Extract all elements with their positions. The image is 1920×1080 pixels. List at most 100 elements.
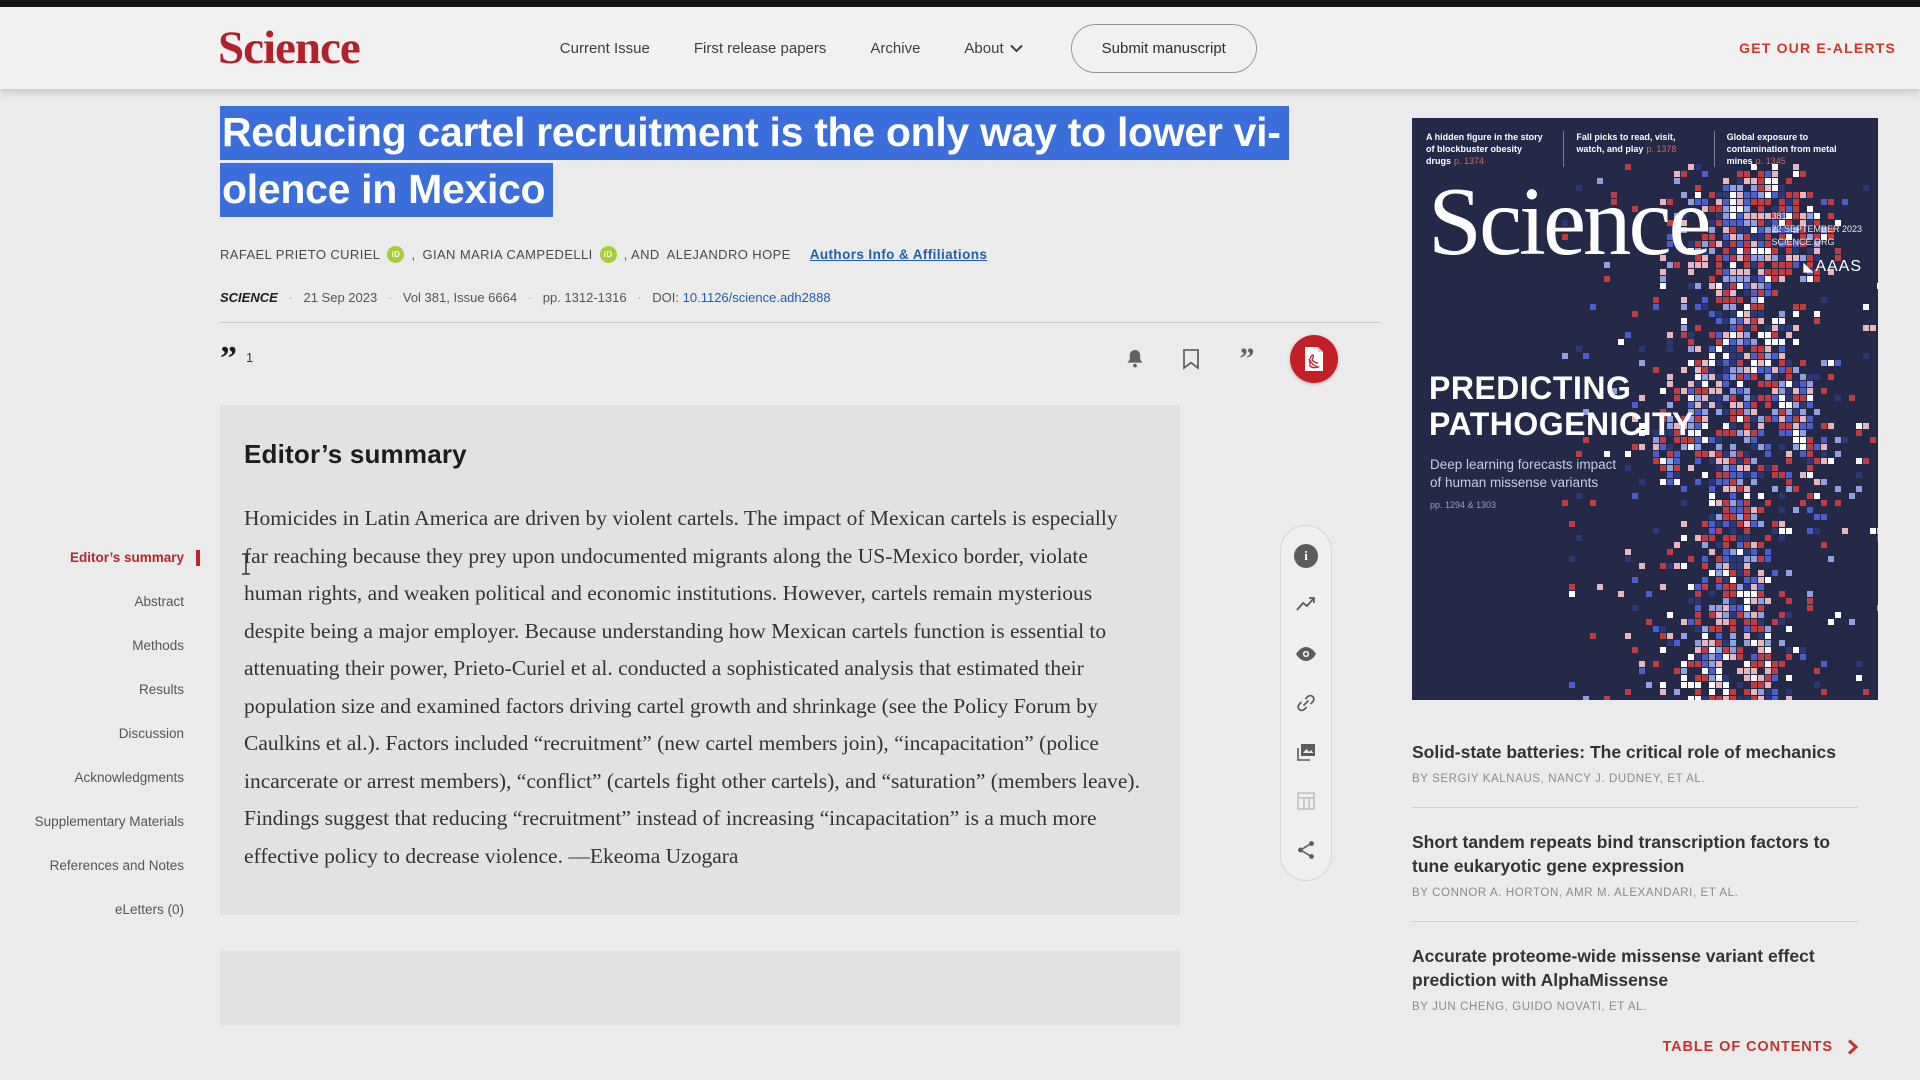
orcid-icon[interactable]: iD bbox=[387, 246, 404, 263]
current-issue-rail: A hidden figure in the story of blockbus… bbox=[1412, 118, 1878, 1055]
title-line-1: Reducing cartel recruitment is the only … bbox=[220, 106, 1289, 160]
citation-count-value: 1 bbox=[246, 350, 253, 365]
cover-teaser: A hidden figure in the story of blockbus… bbox=[1426, 131, 1564, 167]
cover-teaser: Fall picks to read, visit, watch, and pl… bbox=[1576, 131, 1714, 167]
doi-label: DOI: bbox=[652, 290, 682, 305]
quote-icon: ” bbox=[1240, 350, 1255, 368]
science-logo[interactable]: Science bbox=[218, 21, 360, 75]
toc-item-methods[interactable]: Methods bbox=[14, 638, 200, 654]
issue-cover[interactable]: A hidden figure in the story of blockbus… bbox=[1412, 118, 1878, 700]
toc-item-references-and-notes[interactable]: References and Notes bbox=[14, 858, 200, 874]
issue-article-title[interactable]: Short tandem repeats bind transcription … bbox=[1412, 830, 1858, 878]
metrics-icon[interactable] bbox=[1294, 593, 1318, 617]
doi: DOI: 10.1126/science.adh2888 bbox=[652, 290, 830, 305]
pdf-icon bbox=[1303, 346, 1325, 372]
link-icon[interactable] bbox=[1294, 691, 1318, 715]
article-title: Reducing cartel recruitment is the only … bbox=[220, 104, 1380, 218]
share-icon[interactable] bbox=[1294, 838, 1318, 862]
meta-separator: · bbox=[528, 292, 532, 304]
meta-separator: · bbox=[388, 292, 392, 304]
toc-item-editors-summary[interactable]: Editor’s summary bbox=[14, 550, 200, 566]
submit-manuscript-button[interactable]: Submit manuscript bbox=[1071, 24, 1257, 73]
toc-item-discussion[interactable]: Discussion bbox=[14, 726, 200, 742]
divider bbox=[1412, 921, 1858, 922]
orcid-icon[interactable]: iD bbox=[600, 246, 617, 263]
divider bbox=[1412, 807, 1858, 808]
table-of-contents-link[interactable]: TABLE OF CONTENTS bbox=[1412, 1039, 1858, 1055]
cover-teasers: A hidden figure in the story of blockbus… bbox=[1412, 118, 1878, 167]
author-list: RAFAEL PRIETO CURIEL iD , GIAN MARIA CAM… bbox=[220, 246, 1380, 263]
list-item: Solid-state batteries: The critical role… bbox=[1412, 740, 1858, 785]
issue-article-title[interactable]: Solid-state batteries: The critical role… bbox=[1412, 740, 1858, 764]
doi-link[interactable]: 10.1126/science.adh2888 bbox=[683, 290, 831, 305]
cover-page-refs: pp. 1294 & 1303 bbox=[1430, 500, 1496, 510]
list-item: Accurate proteome-wide missense variant … bbox=[1412, 944, 1858, 1013]
issue-article-byline: BY SERGIY KALNAUS, NANCY J. DUDNEY, ET A… bbox=[1412, 773, 1858, 785]
article-section-nav: Editor’s summary Abstract Methods Result… bbox=[14, 550, 200, 946]
next-section-panel bbox=[220, 951, 1180, 1025]
author-separator: , bbox=[411, 247, 415, 262]
toc-item-acknowledgments[interactable]: Acknowledgments bbox=[14, 770, 200, 786]
cite-button[interactable]: ” bbox=[1234, 346, 1260, 372]
top-strip bbox=[0, 0, 1920, 7]
meta-separator: · bbox=[289, 292, 293, 304]
nav-about[interactable]: About bbox=[964, 40, 1022, 57]
table-of-contents-label: TABLE OF CONTENTS bbox=[1663, 1039, 1834, 1055]
bell-icon bbox=[1123, 347, 1147, 371]
divider bbox=[220, 322, 1380, 323]
toc-item-eletters[interactable]: eLetters (0) bbox=[14, 902, 200, 918]
eye-icon[interactable] bbox=[1294, 642, 1318, 666]
main-nav: Current Issue First release papers Archi… bbox=[560, 40, 1023, 57]
text-cursor bbox=[240, 552, 252, 576]
author-name[interactable]: GIAN MARIA CAMPEDELLI bbox=[422, 247, 592, 262]
cover-issue-info: 381 22 SEPTEMBER 2023 SCIENCE.ORG bbox=[1771, 210, 1862, 249]
issue-article-title[interactable]: Accurate proteome-wide missense variant … bbox=[1412, 944, 1858, 992]
publish-date: 21 Sep 2023 bbox=[303, 290, 377, 305]
chevron-right-icon bbox=[1847, 1039, 1858, 1055]
alerts-bell-button[interactable] bbox=[1122, 346, 1148, 372]
title-line-2: olence in Mexico bbox=[220, 163, 553, 217]
cover-headline: PREDICTING PATHOGENICITY bbox=[1429, 370, 1694, 442]
nav-current-issue[interactable]: Current Issue bbox=[560, 40, 650, 57]
pdf-download-button[interactable] bbox=[1290, 335, 1338, 383]
journal-name: SCIENCE bbox=[220, 290, 278, 305]
article-meta: SCIENCE · 21 Sep 2023 · Vol 381, Issue 6… bbox=[220, 290, 1380, 305]
volume-issue: Vol 381, Issue 6664 bbox=[403, 290, 517, 305]
nav-first-release-papers[interactable]: First release papers bbox=[694, 40, 827, 57]
toc-item-results[interactable]: Results bbox=[14, 682, 200, 698]
page-range: pp. 1312-1316 bbox=[543, 290, 627, 305]
aaas-logo: ◣AAAS bbox=[1803, 258, 1862, 276]
authors-info-affiliations-link[interactable]: Authors Info & Affiliations bbox=[810, 247, 988, 262]
issue-article-byline: BY CONNOR A. HORTON, AMR M. ALEXANDARI, … bbox=[1412, 887, 1858, 899]
article-actions: ” 1 ” bbox=[220, 331, 1380, 387]
author-separator: , AND bbox=[624, 247, 660, 262]
toc-item-supplementary-materials[interactable]: Supplementary Materials bbox=[14, 814, 200, 830]
info-icon[interactable]: i bbox=[1294, 544, 1318, 568]
cover-teaser: Global exposure to contamination from me… bbox=[1727, 131, 1864, 167]
toc-item-abstract[interactable]: Abstract bbox=[14, 594, 200, 610]
editors-summary-section: Editor’s summary Homicides in Latin Amer… bbox=[220, 405, 1180, 915]
nav-about-label: About bbox=[964, 40, 1003, 57]
site-header: Science Current Issue First release pape… bbox=[0, 7, 1920, 89]
citation-count[interactable]: ” 1 bbox=[220, 348, 253, 370]
get-e-alerts-link[interactable]: GET OUR E-ALERTS bbox=[1739, 40, 1896, 56]
nav-archive[interactable]: Archive bbox=[870, 40, 920, 57]
citation-quote-icon: ” bbox=[220, 348, 237, 370]
article-main: Reducing cartel recruitment is the only … bbox=[220, 100, 1380, 1025]
article-tools-rail: i bbox=[1280, 525, 1332, 881]
bookmark-icon bbox=[1180, 347, 1202, 371]
cover-subhead: Deep learning forecasts impact of human … bbox=[1430, 456, 1616, 492]
author-name[interactable]: RAFAEL PRIETO CURIEL bbox=[220, 247, 380, 262]
editors-summary-heading: Editor’s summary bbox=[244, 439, 1140, 470]
author-name[interactable]: ALEJANDRO HOPE bbox=[667, 247, 791, 262]
table-icon[interactable] bbox=[1294, 789, 1318, 813]
cover-science-wordmark: Science bbox=[1428, 166, 1709, 277]
chevron-down-icon bbox=[1010, 44, 1023, 53]
issue-article-list: Solid-state batteries: The critical role… bbox=[1412, 740, 1858, 1055]
editors-summary-body: Homicides in Latin America are driven by… bbox=[244, 500, 1140, 875]
list-item: Short tandem repeats bind transcription … bbox=[1412, 830, 1858, 899]
issue-article-byline: BY JUN CHENG, GUIDO NOVATI, ET AL. bbox=[1412, 1001, 1858, 1013]
bookmark-button[interactable] bbox=[1178, 346, 1204, 372]
figures-icon[interactable] bbox=[1294, 740, 1318, 764]
meta-separator: · bbox=[638, 292, 642, 304]
